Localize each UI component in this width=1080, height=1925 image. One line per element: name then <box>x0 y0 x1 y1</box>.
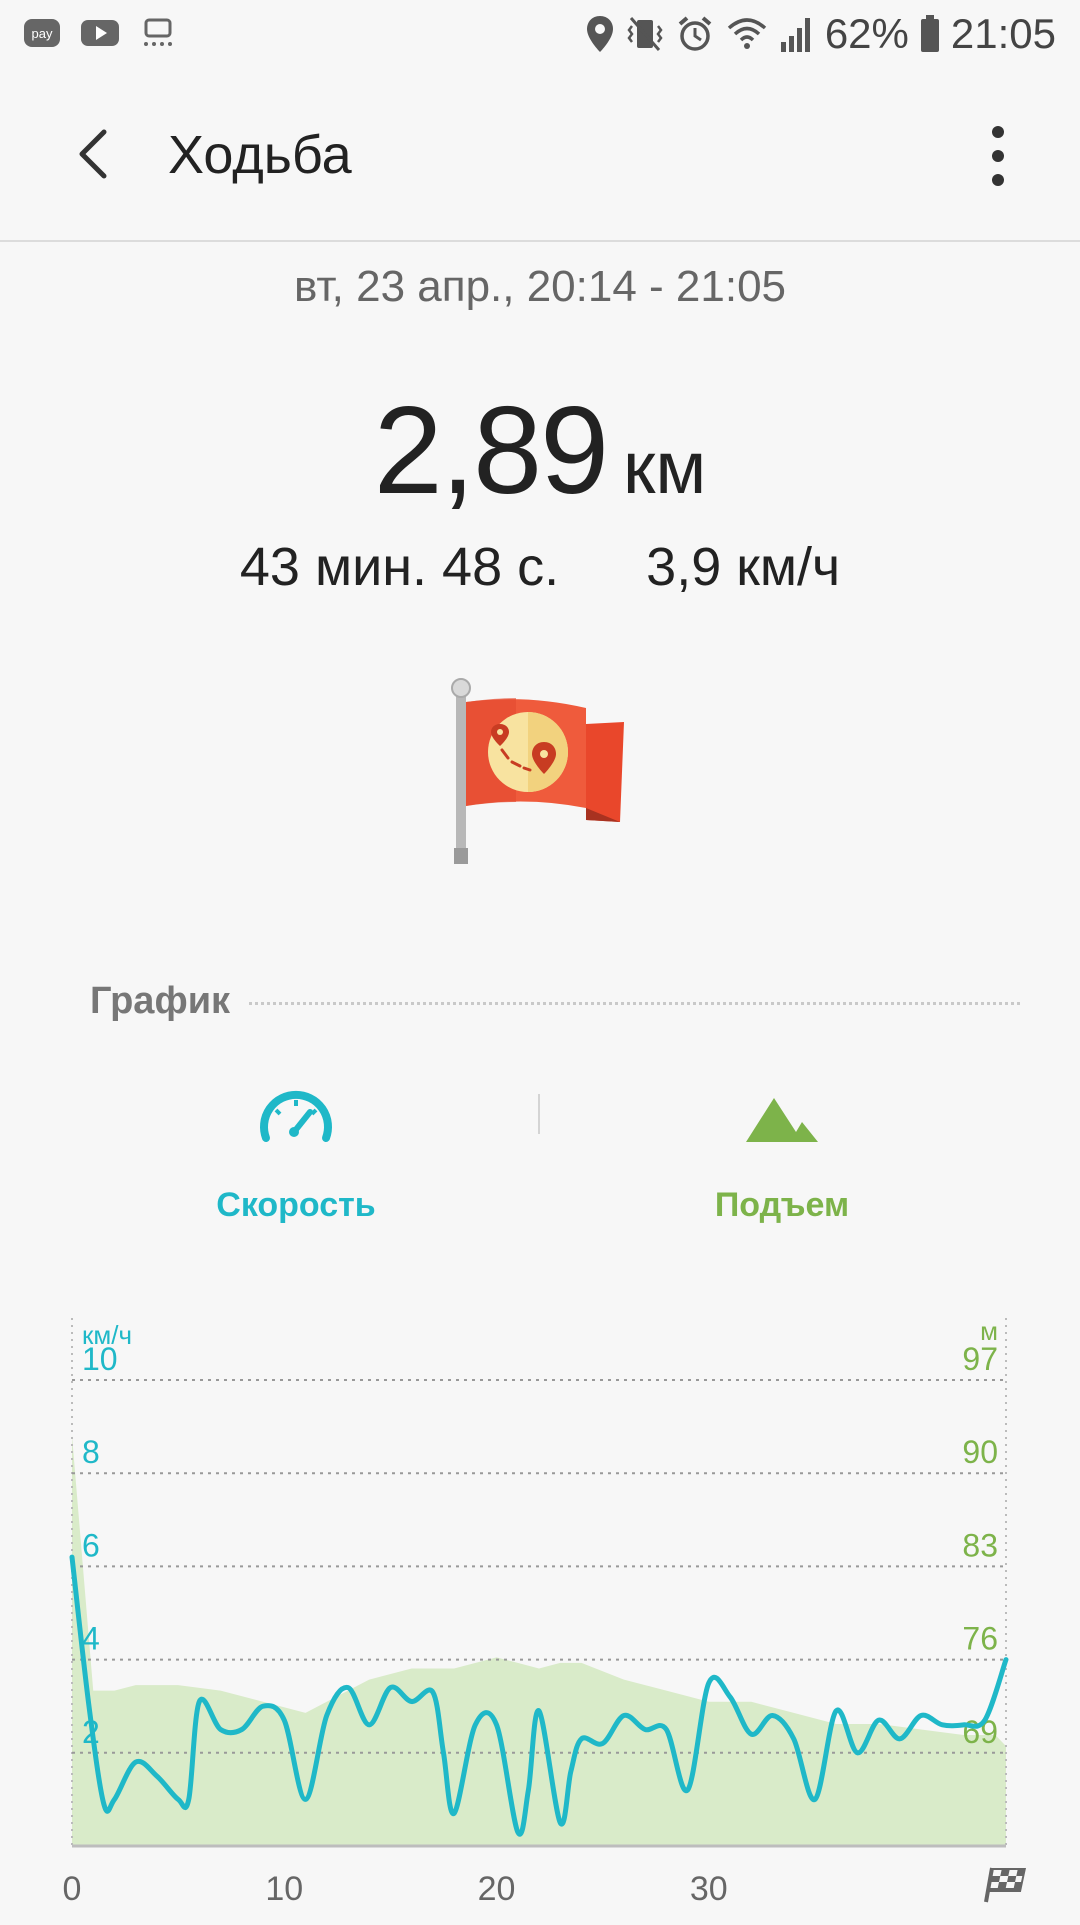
speedometer-icon <box>256 1080 336 1160</box>
left-tick-label: 10 <box>82 1341 118 1377</box>
route-flag-icon <box>436 672 636 872</box>
youtube-icon <box>80 16 120 50</box>
right-tick-label: 76 <box>962 1621 998 1657</box>
right-tick-label: 83 <box>962 1527 998 1563</box>
svg-text:pay: pay <box>32 26 53 41</box>
graph-section-title: График <box>90 980 249 1023</box>
pay-icon: pay <box>22 16 62 50</box>
back-arrow-icon <box>79 129 107 179</box>
signal-icon <box>780 18 810 52</box>
workout-stats: 43 мин. 48 с. 3,9 км/ч <box>0 536 1080 598</box>
battery-percent: 62% <box>824 10 909 57</box>
x-tick-label: 10 <box>265 1870 303 1908</box>
tab-elevation[interactable]: Подъем <box>632 1080 932 1225</box>
distance-display: 2,89 км <box>0 380 1080 522</box>
x-tick-label: 20 <box>478 1870 516 1908</box>
right-tick-label: 69 <box>962 1714 998 1750</box>
right-tick-label: 97 <box>962 1341 998 1377</box>
location-icon <box>586 16 613 52</box>
tab-speed[interactable]: Скорость <box>146 1080 446 1225</box>
distance-unit: км <box>623 426 707 509</box>
graph-section-header: График <box>90 980 1020 1030</box>
wifi-icon <box>727 18 766 49</box>
left-tick-label: 6 <box>82 1527 100 1563</box>
workout-date: вт, 23 апр., 20:14 - 21:05 <box>293 262 787 311</box>
screen-share-icon <box>138 16 178 50</box>
tab-divider <box>538 1094 540 1134</box>
status-bar: pay 62% 21:05 <box>0 0 1080 72</box>
battery-icon <box>920 15 939 52</box>
left-tick-label: 8 <box>82 1434 100 1470</box>
distance-value: 2,89 <box>373 382 609 520</box>
average-speed: 3,9 км/ч <box>646 537 841 597</box>
speed-elevation-chart: км/ч м 10 97 8 90 6 83 4 76 2 69 0 10 20 30 <box>0 1300 1080 1920</box>
section-divider <box>230 1002 1020 1005</box>
mountain-icon <box>742 1080 822 1160</box>
back-button[interactable] <box>66 124 126 184</box>
more-vert-icon <box>992 126 1004 186</box>
vibrate-icon <box>627 17 663 51</box>
page-title: Ходьба <box>168 125 352 185</box>
more-options-button[interactable] <box>976 120 1020 192</box>
x-tick-label: 30 <box>690 1870 728 1908</box>
duration: 43 мин. 48 с. <box>239 537 560 597</box>
finish-flag-icon <box>984 1867 1026 1903</box>
tab-speed-label: Скорость <box>216 1186 376 1224</box>
right-tick-label: 90 <box>962 1434 998 1470</box>
clock: 21:05 <box>950 10 1056 57</box>
alarm-icon <box>678 16 712 51</box>
tab-elevation-label: Подъем <box>714 1186 850 1224</box>
chart-svg: км/ч м10 978 906 834 762 690 10 20 30 <box>63 1316 1026 1908</box>
x-tick-label: 0 <box>63 1870 82 1908</box>
elevation-area <box>72 1435 1006 1846</box>
app-bar: Ходьба <box>0 72 1080 242</box>
